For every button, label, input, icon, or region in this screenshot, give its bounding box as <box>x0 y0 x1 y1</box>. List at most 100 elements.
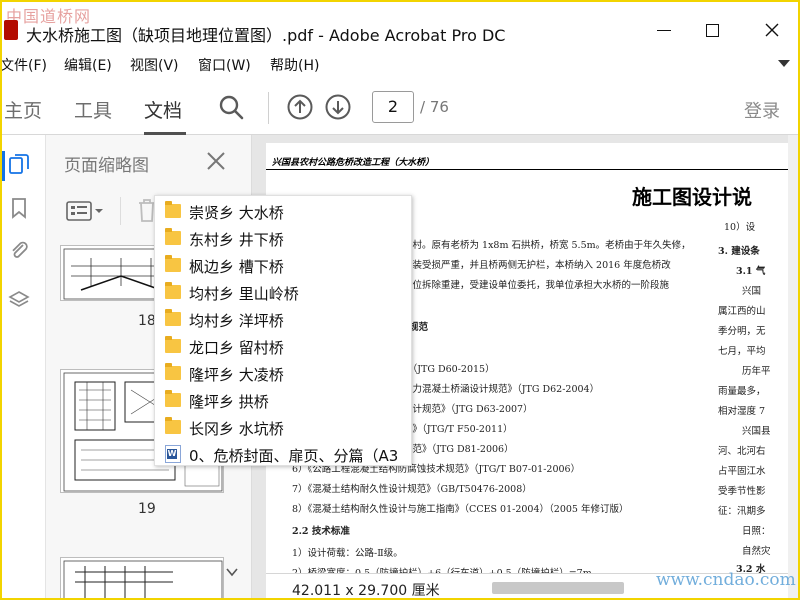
doc-line: 1）设计荷载：公路-Ⅱ级。 <box>292 548 403 559</box>
menu-bar: 文件(F) 编辑(E) 视图(V) 窗口(W) 帮助(H) <box>2 50 798 78</box>
doc-line: 雨量最多， <box>718 386 766 397</box>
toolbar-separator <box>268 92 269 124</box>
list-item-label: 均村乡 洋坪桥 <box>189 312 284 330</box>
page-total-label: / 76 <box>420 98 449 116</box>
tab-home[interactable]: 主页 <box>4 96 42 123</box>
list-item-label: 均村乡 里山岭桥 <box>189 285 299 303</box>
list-item[interactable]: 0、危桥封面、扉页、分篇（A3 <box>155 441 411 465</box>
acrobat-app-icon <box>4 20 18 40</box>
search-icon[interactable] <box>218 94 244 120</box>
tab-tools[interactable]: 工具 <box>74 96 112 123</box>
close-window-button[interactable] <box>752 16 792 44</box>
doc-line: 8）《混凝土结构耐久性设计与施工指南》（CCES 01-2004）（2005 年… <box>292 504 629 515</box>
doc-line: 占平固江水 <box>718 466 766 477</box>
page-thumbnail-20[interactable] <box>60 557 224 598</box>
attachments-icon[interactable] <box>8 239 30 261</box>
menu-file[interactable]: 文件(F) <box>2 55 47 75</box>
login-button[interactable]: 登录 <box>744 97 780 123</box>
list-item[interactable]: 崇贤乡 大水桥 <box>155 198 411 225</box>
close-panel-icon[interactable] <box>204 149 228 173</box>
menu-window[interactable]: 窗口(W) <box>198 55 251 75</box>
folder-icon <box>165 336 181 353</box>
menu-overflow-icon[interactable] <box>778 60 790 67</box>
next-page-icon[interactable] <box>325 94 351 120</box>
page-thumbnails-icon[interactable] <box>8 153 30 175</box>
page-size-label: 42.011 x 29.700 厘米 <box>292 583 440 599</box>
thumbnail-label-19: 19 <box>138 501 156 517</box>
folder-icon <box>165 282 181 299</box>
list-item[interactable]: 枫边乡 槽下桥 <box>155 252 411 279</box>
doc-line: 受季节性影 <box>718 486 766 497</box>
list-item-label: 隆坪乡 大凌桥 <box>189 366 284 384</box>
minimize-icon <box>657 29 671 31</box>
doc-line: 2）桥梁宽度：0.5（防撞护栏）+6（行车道）+0.5（防撞护栏）=7m <box>292 565 592 573</box>
folder-icon <box>165 201 181 218</box>
menu-help[interactable]: 帮助(H) <box>270 55 319 75</box>
maximize-button[interactable] <box>692 16 732 44</box>
close-icon <box>765 23 779 37</box>
doc-line: 季分明，无 <box>718 326 766 337</box>
app-window: 中国道桥网 大水桥施工图（缺项目地理位置图）.pdf - Adobe Acrob… <box>0 0 800 600</box>
list-item-label: 长冈乡 水坑桥 <box>189 420 284 438</box>
doc-line: 兴国县 <box>742 426 771 437</box>
doc-line: 征：汛期多 <box>718 506 766 517</box>
doc-line: 自然灾 <box>742 546 771 557</box>
title-bar: 中国道桥网 大水桥施工图（缺项目地理位置图）.pdf - Adobe Acrob… <box>2 2 798 50</box>
doc-line: 桥面铺装受损严重，并且桥两侧无护栏，本桥纳入 2016 年度危桥改 <box>384 260 671 271</box>
menu-edit[interactable]: 编辑(E) <box>64 55 112 75</box>
list-item-label: 隆坪乡 拱桥 <box>189 393 269 411</box>
watermark-url: www.cndao.com <box>656 570 796 590</box>
list-item[interactable]: 龙口乡 留村桥 <box>155 333 411 360</box>
doc-line: 河、北河右 <box>718 446 766 457</box>
left-navigation-rail <box>2 135 46 598</box>
list-item[interactable]: 均村乡 里山岭桥 <box>155 279 411 306</box>
document-header: 兴国县农村公路危桥改造工程（大水桥） <box>272 158 435 168</box>
doc-line: 日照： <box>742 526 771 537</box>
tab-document[interactable]: 文档 <box>144 96 182 123</box>
maximize-icon <box>705 23 719 37</box>
panel-scroll-down-icon[interactable] <box>226 567 238 577</box>
list-item[interactable]: 东村乡 井下桥 <box>155 225 411 252</box>
list-item[interactable]: 隆坪乡 拱桥 <box>155 387 411 414</box>
document-title: 施工图设计说 <box>632 185 752 209</box>
vertical-scrollbar[interactable] <box>788 135 798 598</box>
doc-line: 3.1 气 <box>736 266 766 277</box>
doc-line: 10）设 <box>724 222 756 233</box>
bookmarks-icon[interactable] <box>8 197 30 219</box>
list-item-label: 崇贤乡 大水桥 <box>189 204 284 222</box>
list-item[interactable]: 长冈乡 水坑桥 <box>155 414 411 441</box>
layers-icon[interactable] <box>8 289 30 311</box>
previous-page-icon[interactable] <box>287 94 313 120</box>
list-item-label: 东村乡 井下桥 <box>189 231 284 249</box>
panel-title: 页面缩略图 <box>64 156 149 176</box>
doc-line: 3. 建设条 <box>718 246 760 257</box>
horizontal-scrollbar-thumb[interactable] <box>492 582 624 594</box>
doc-line: 历年平 <box>742 366 771 377</box>
doc-line: 属江西的山 <box>718 306 766 317</box>
list-item-label: 0、危桥封面、扉页、分篇（A3 <box>189 447 399 465</box>
menu-view[interactable]: 视图(V) <box>130 55 179 75</box>
file-list-popup: 崇贤乡 大水桥 东村乡 井下桥 枫边乡 槽下桥 均村乡 里山岭桥 均村乡 洋坪桥… <box>154 195 412 466</box>
list-item[interactable]: 均村乡 洋坪桥 <box>155 306 411 333</box>
main-toolbar: 主页 工具 文档 2 / 76 登录 <box>2 78 798 135</box>
folder-icon <box>165 309 181 326</box>
panel-tool-separator <box>120 197 121 225</box>
doc-line: 及预应力混凝土桥涵设计规范》（JTG D62-2004） <box>384 384 600 395</box>
active-rail-indicator <box>2 151 5 181</box>
doc-line: 七月，平均 <box>718 346 766 357</box>
folder-icon <box>165 363 181 380</box>
doc-line: 兴国 <box>742 286 762 297</box>
doc-line: 7）《混凝土结构耐久性设计规范》（GB/T50476-2008） <box>292 484 532 495</box>
list-item[interactable]: 隆坪乡 大凌桥 <box>155 360 411 387</box>
word-document-icon <box>165 445 181 463</box>
minimize-button[interactable] <box>644 16 684 44</box>
doc-line: 乡贺堂村。原有老桥为 1x8m 石拱桥，桥宽 5.5m。老桥由于年久失修， <box>384 240 691 251</box>
thumbnail-options-icon[interactable] <box>66 199 104 223</box>
folder-icon <box>165 255 181 272</box>
doc-line: 在原桥位拆除重建，受建设单位委托，我单位承担大水桥的一阶段施 <box>384 280 670 291</box>
folder-icon <box>165 417 181 434</box>
window-title: 大水桥施工图（缺项目地理位置图）.pdf - Adobe Acrobat Pro… <box>26 26 506 45</box>
folder-icon <box>165 390 181 407</box>
page-number-input[interactable]: 2 <box>372 91 414 123</box>
doc-line: 2.2 技术标准 <box>292 526 350 537</box>
